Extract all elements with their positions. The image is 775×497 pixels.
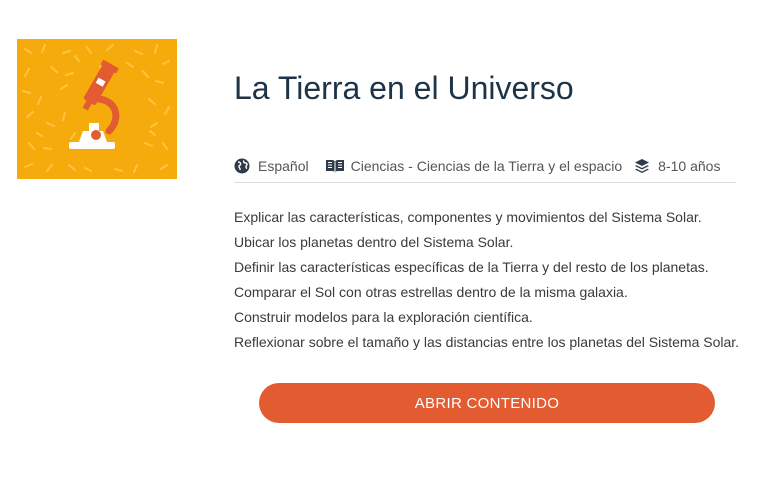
open-book-icon bbox=[325, 158, 345, 174]
course-meta-bar: Español Ciencias - Ciencias de la Tierra… bbox=[234, 156, 736, 183]
list-item: Reflexionar sobre el tamaño y las distan… bbox=[234, 334, 740, 350]
meta-age-range: 8-10 años bbox=[634, 156, 720, 176]
microscope-icon bbox=[22, 44, 170, 173]
open-content-button[interactable]: ABRIR CONTENIDO bbox=[259, 383, 715, 423]
list-item: Comparar el Sol con otras estrellas dent… bbox=[234, 284, 628, 300]
meta-age-range-label: 8-10 años bbox=[658, 158, 721, 174]
meta-language-label: Español bbox=[258, 158, 309, 174]
meta-subject-label: Ciencias - Ciencias de la Tierra y el es… bbox=[350, 158, 623, 174]
list-item: Construir modelos para la exploración ci… bbox=[234, 309, 533, 325]
globe-icon bbox=[234, 158, 250, 174]
course-title: La Tierra en el Universo bbox=[234, 70, 574, 106]
list-item: Explicar las características, componente… bbox=[234, 209, 702, 225]
objectives-list: Explicar las características, componente… bbox=[234, 205, 739, 355]
layers-icon bbox=[634, 158, 650, 174]
course-thumbnail bbox=[17, 39, 177, 179]
meta-language: Español bbox=[234, 156, 309, 176]
list-item: Definir las características específicas … bbox=[234, 259, 709, 275]
list-item: Ubicar los planetas dentro del Sistema S… bbox=[234, 234, 514, 250]
meta-subject: Ciencias - Ciencias de la Tierra y el es… bbox=[325, 156, 623, 176]
